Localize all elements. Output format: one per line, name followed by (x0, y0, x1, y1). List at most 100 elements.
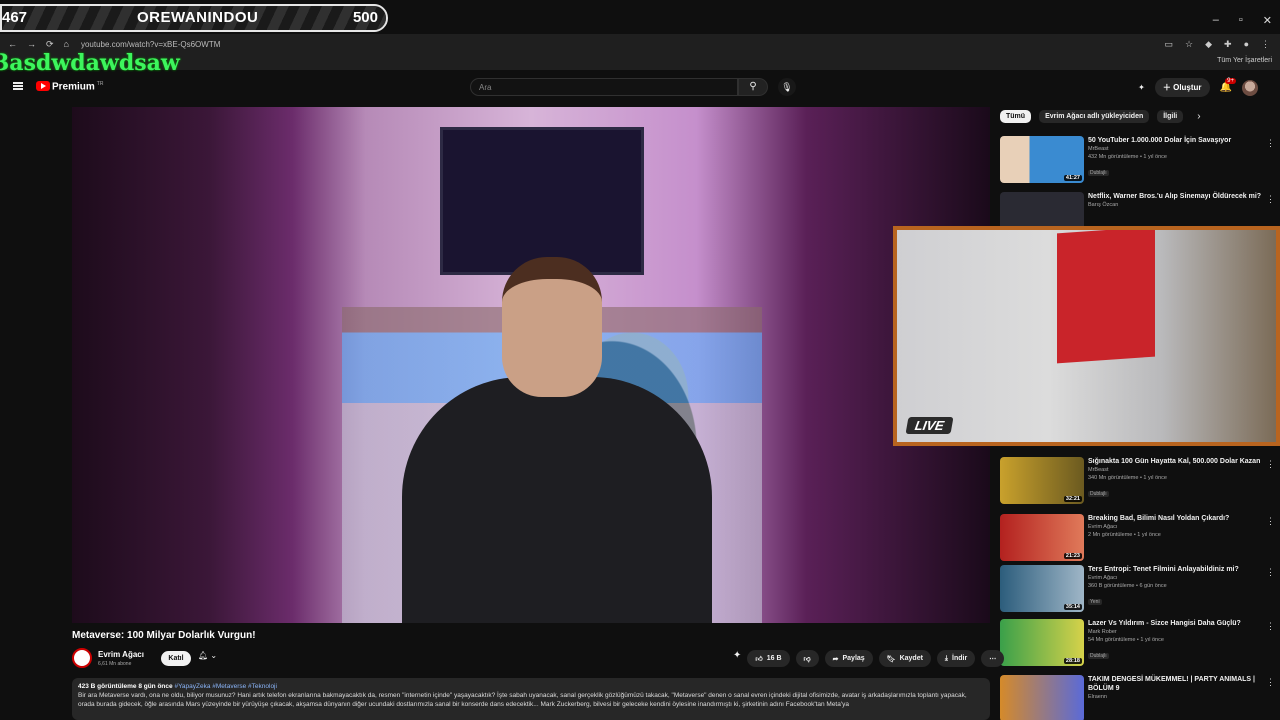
video-info: Sığınakta 100 Gün Hayatta Kal, 500.000 D… (1088, 457, 1268, 500)
search-input[interactable]: Ara (470, 78, 738, 96)
star-icon[interactable]: ☆ (1185, 39, 1193, 50)
profile-icon[interactable]: ● (1244, 39, 1249, 50)
video-stats: 54 Mn görüntüleme • 1 yıl önce (1088, 637, 1164, 643)
youtube-brand[interactable]: Premium TR (52, 81, 103, 92)
video-stats: 360 B görüntüleme • 6 gün önce (1088, 583, 1167, 589)
search-button[interactable]: ⚲ (738, 78, 768, 96)
dislike-button[interactable]: 👎︎ (795, 650, 819, 667)
subscription-bell-button[interactable]: 🔔︎ ⌄ (198, 651, 217, 660)
list-item[interactable]: TAKIM DENGESİ MÜKEMMEL! | PARTY ANIMALS … (1000, 675, 1275, 720)
more-actions-button[interactable]: ⋯ (981, 650, 1005, 667)
premium-gem-icon[interactable]: ✦ (733, 650, 741, 667)
more-options-icon[interactable]: ⋮ (1266, 567, 1275, 578)
premium-gem-icon[interactable]: ✦ (1138, 83, 1145, 92)
hashtags[interactable]: #YapayZeka #Metaverse #Teknoloji (174, 683, 277, 690)
more-horizontal-icon: ⋯ (989, 655, 997, 663)
video-thumbnail[interactable] (1000, 675, 1084, 720)
forward-icon[interactable]: → (27, 39, 36, 50)
share-button[interactable]: ➦ Paylaş (824, 650, 873, 667)
voice-search-button[interactable]: 🎙 (778, 78, 796, 96)
webcam-overlay: LIVE (893, 226, 1280, 446)
channel-name[interactable]: MrBeast (1088, 145, 1268, 153)
channel-avatar[interactable] (72, 648, 92, 668)
chip-all[interactable]: Tümü (1000, 110, 1032, 123)
video-thumbnail[interactable]: 28:18 (1000, 619, 1084, 666)
list-item[interactable]: 41:27 50 YouTuber 1.000.000 Dolar İçin S… (1000, 136, 1275, 184)
header-actions: ✦ ＋ Oluştur 🔔 9+ (1138, 78, 1258, 97)
video-frame-art (440, 127, 644, 275)
video-thumbnail[interactable]: 41:27 (1000, 136, 1084, 183)
description-text: Bir ara Metaverse vardı, ona ne oldu, bi… (78, 692, 967, 708)
video-thumbnail[interactable]: 35:14 (1000, 565, 1084, 612)
reload-icon[interactable]: ⟳ (46, 39, 54, 50)
more-options-icon[interactable]: ⋮ (1266, 621, 1275, 632)
video-title[interactable]: Netflix, Warner Bros.'u Alıp Sinemayı Öl… (1088, 192, 1268, 201)
video-actions: ✦ 👍︎ 16 B 👎︎ ➦ Paylaş 🔖︎ Kaydet ⤓ İndir ⋯ (733, 650, 1005, 667)
browser-nav: ← → ⟳ ⌂ (0, 39, 69, 50)
thumbs-down-icon: 👎︎ (803, 656, 811, 663)
list-item[interactable]: 32:21 Sığınakta 100 Gün Hayatta Kal, 500… (1000, 457, 1275, 505)
close-icon[interactable]: ✕ (1263, 14, 1272, 27)
browser-toolbar: ← → ⟳ ⌂ youtube.com/watch?v=xBE-Qs6OWTM … (0, 34, 1280, 54)
puzzle-icon[interactable]: ✚ (1224, 39, 1232, 50)
more-options-icon[interactable]: ⋮ (1266, 194, 1275, 205)
chip-uploader[interactable]: Evrim Ağacı adlı yükleyiciden (1039, 110, 1150, 123)
home-icon[interactable]: ⌂ (64, 39, 69, 50)
video-thumbnail[interactable]: 21:23 (1000, 514, 1084, 561)
minimize-icon[interactable]: – (1213, 14, 1219, 27)
download-icon: ⤓ (944, 654, 949, 662)
all-bookmarks-link[interactable]: Tüm Yer İşaretleri (1217, 57, 1272, 64)
duration-badge: 32:21 (1063, 496, 1082, 502)
more-options-icon[interactable]: ⋮ (1266, 138, 1275, 149)
back-icon[interactable]: ← (8, 39, 17, 50)
kebab-menu-icon[interactable]: ⋮ (1261, 39, 1270, 50)
chevron-right-icon[interactable]: › (1197, 111, 1200, 122)
video-title[interactable]: Ters Entropi: Tenet Filmini Anlayabildin… (1088, 565, 1268, 574)
hamburger-menu-icon[interactable] (13, 82, 23, 90)
window-controls: – ▫ ✕ (1213, 14, 1272, 27)
share-icon: ➦ (832, 655, 839, 663)
notifications-button[interactable]: 🔔 9+ (1220, 78, 1236, 93)
extension-icon[interactable]: ◆ (1205, 39, 1212, 50)
video-player[interactable] (72, 107, 990, 623)
list-item[interactable]: 21:23 Breaking Bad, Bilimi Nasıl Yoldan … (1000, 514, 1275, 562)
video-title[interactable]: 50 YouTuber 1.000.000 Dolar İçin Savaşıy… (1088, 136, 1268, 145)
more-options-icon[interactable]: ⋮ (1266, 677, 1275, 688)
maximize-icon[interactable]: ▫ (1239, 14, 1243, 27)
channel-name[interactable]: Elraenn (1088, 693, 1268, 701)
video-description[interactable]: 423 B görüntüleme 8 gün önce #YapayZeka … (72, 678, 990, 720)
join-button[interactable]: Katıl (161, 651, 191, 666)
view-stats: 423 B görüntüleme 8 gün önce (78, 683, 173, 690)
save-button[interactable]: 🔖︎ Kaydet (878, 650, 931, 667)
video-title[interactable]: TAKIM DENGESİ MÜKEMMEL! | PARTY ANIMALS … (1088, 675, 1268, 693)
cast-icon[interactable]: ▭ (1165, 39, 1174, 50)
channel-name[interactable]: Evrim Ağacı (1088, 574, 1268, 582)
address-bar[interactable]: youtube.com/watch?v=xBE-Qs6OWTM (81, 40, 220, 49)
score-left: 467 (2, 9, 28, 26)
youtube-logo-icon[interactable] (36, 81, 50, 91)
download-button[interactable]: ⤓ İndir (936, 650, 976, 667)
list-item[interactable]: 28:18 Lazer Vs Yıldırım - Sizce Hangisi … (1000, 619, 1275, 667)
duration-badge: 35:14 (1063, 604, 1082, 610)
like-button[interactable]: 👍︎ 16 B (747, 650, 790, 667)
list-item[interactable]: 35:14 Ters Entropi: Tenet Filmini Anlaya… (1000, 565, 1275, 613)
video-title[interactable]: Sığınakta 100 Gün Hayatta Kal, 500.000 D… (1088, 457, 1268, 466)
video-title[interactable]: Breaking Bad, Bilimi Nasıl Yoldan Çıkard… (1088, 514, 1268, 523)
video-thumbnail[interactable]: 32:21 (1000, 457, 1084, 504)
channel-name[interactable]: Evrim Ağacı (1088, 523, 1268, 531)
channel-name[interactable]: Evrim Ağacı (98, 650, 144, 659)
stream-score-bar: 467 OREWANINDOU 500 (0, 4, 388, 32)
channel-name[interactable]: Barış Özcan (1088, 201, 1268, 209)
search-icon: ⚲ (749, 81, 757, 92)
thumbs-up-icon: 👍︎ (755, 656, 763, 663)
more-options-icon[interactable]: ⋮ (1266, 459, 1275, 470)
channel-name[interactable]: MrBeast (1088, 466, 1268, 474)
channel-name[interactable]: Mark Rober (1088, 628, 1268, 636)
subscriber-count: 6,61 Mn abone (98, 661, 132, 667)
chip-related[interactable]: İlgili (1157, 110, 1184, 123)
avatar[interactable] (1242, 79, 1258, 96)
live-badge: LIVE (905, 417, 954, 434)
create-button[interactable]: ＋ Oluştur (1154, 78, 1210, 97)
more-options-icon[interactable]: ⋮ (1266, 516, 1275, 527)
video-title[interactable]: Lazer Vs Yıldırım - Sizce Hangisi Daha G… (1088, 619, 1268, 628)
